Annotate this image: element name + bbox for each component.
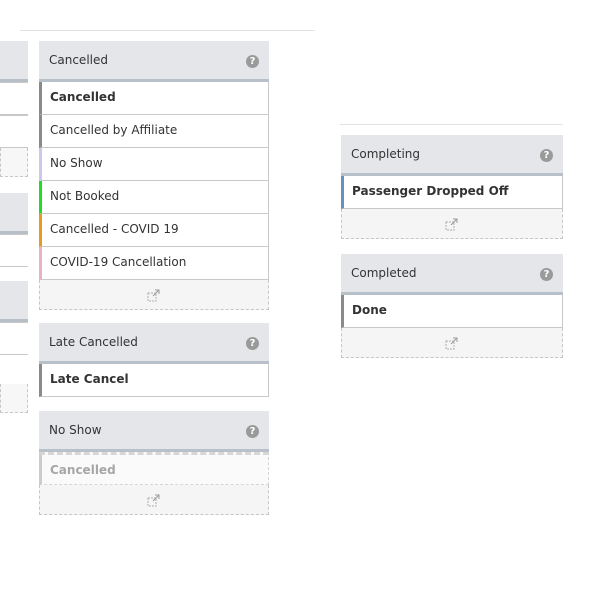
group-header[interactable]: No Show ? bbox=[39, 411, 269, 452]
status-item[interactable]: Late Cancel bbox=[39, 364, 269, 397]
expand-icon bbox=[147, 494, 160, 507]
expand-icon bbox=[445, 218, 458, 231]
column-divider-top bbox=[20, 30, 315, 31]
expand-icon bbox=[445, 337, 458, 350]
status-group-cancelled: Cancelled ? Cancelled Cancelled by Affil… bbox=[39, 41, 269, 310]
stub-drop-zone bbox=[0, 148, 28, 177]
group-title: Completed bbox=[351, 266, 417, 280]
help-icon[interactable]: ? bbox=[246, 425, 259, 438]
group-header[interactable]: Completing ? bbox=[341, 135, 563, 176]
status-item[interactable]: Not Booked bbox=[39, 181, 269, 214]
stub-header bbox=[0, 193, 28, 234]
status-item[interactable]: No Show bbox=[39, 148, 269, 181]
help-icon[interactable]: ? bbox=[540, 149, 553, 162]
group-header[interactable]: Late Cancelled ? bbox=[39, 323, 269, 364]
status-item[interactable]: Passenger Dropped Off bbox=[341, 176, 563, 209]
status-item[interactable]: COVID-19 Cancellation bbox=[39, 247, 269, 280]
status-item[interactable]: Cancelled - COVID 19 bbox=[39, 214, 269, 247]
drop-zone[interactable] bbox=[39, 485, 269, 515]
status-group-late-cancelled: Late Cancelled ? Late Cancel bbox=[39, 323, 269, 397]
help-icon[interactable]: ? bbox=[540, 268, 553, 281]
stub-row bbox=[0, 234, 28, 267]
group-header[interactable]: Cancelled ? bbox=[39, 41, 269, 82]
group-header[interactable]: Completed ? bbox=[341, 254, 563, 295]
column-divider-right bbox=[340, 124, 563, 125]
stub-drop-zone bbox=[0, 384, 28, 413]
status-group-no-show: No Show ? Cancelled bbox=[39, 411, 269, 515]
stub-row bbox=[0, 115, 28, 148]
status-item[interactable]: Cancelled by Affiliate bbox=[39, 115, 269, 148]
stub-row bbox=[0, 322, 28, 355]
help-icon[interactable]: ? bbox=[246, 337, 259, 350]
group-title: Cancelled bbox=[49, 53, 108, 67]
stub-header bbox=[0, 281, 28, 322]
stub-header bbox=[0, 41, 28, 82]
help-icon[interactable]: ? bbox=[246, 55, 259, 68]
group-title: Late Cancelled bbox=[49, 335, 138, 349]
status-group-completing: Completing ? Passenger Dropped Off bbox=[341, 135, 563, 239]
group-title: No Show bbox=[49, 423, 102, 437]
drop-zone[interactable] bbox=[39, 280, 269, 310]
group-title: Completing bbox=[351, 147, 421, 161]
drop-zone[interactable] bbox=[341, 209, 563, 239]
expand-icon bbox=[147, 289, 160, 302]
status-item[interactable]: Done bbox=[341, 295, 563, 328]
stub-row bbox=[0, 82, 28, 115]
status-item-ghost[interactable]: Cancelled bbox=[39, 452, 269, 485]
drop-zone[interactable] bbox=[341, 328, 563, 358]
status-group-completed: Completed ? Done bbox=[341, 254, 563, 358]
status-item[interactable]: Cancelled bbox=[39, 82, 269, 115]
